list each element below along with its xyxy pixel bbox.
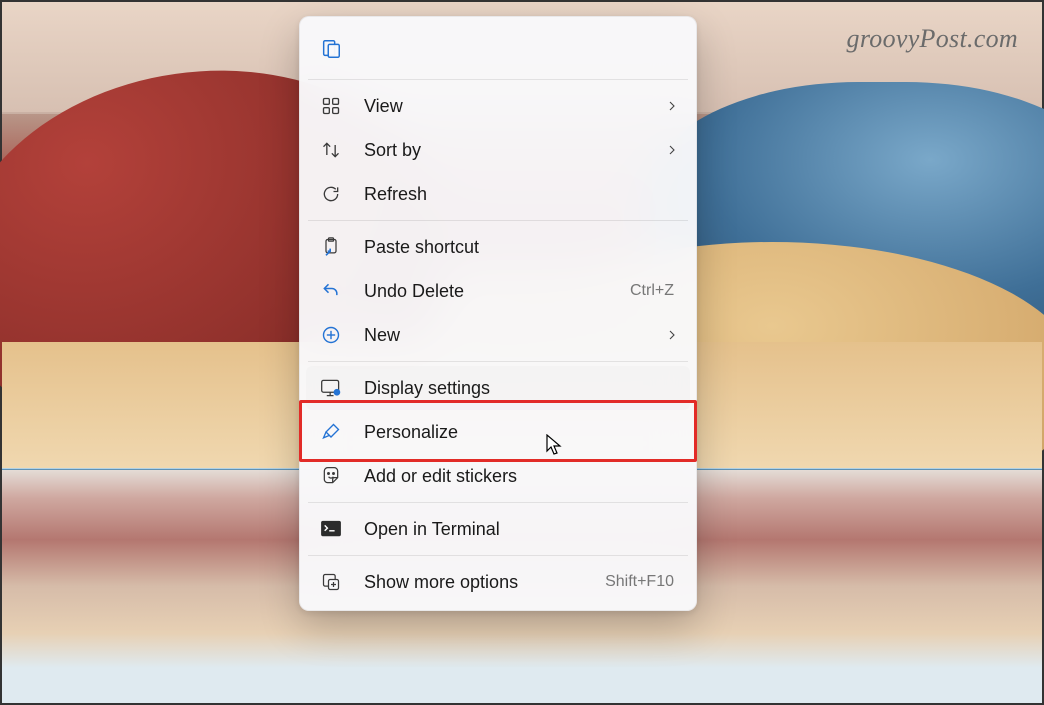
menu-item-sort-by[interactable]: Sort by <box>306 128 690 172</box>
menu-separator <box>308 220 688 221</box>
menu-shortcut: Shift+F10 <box>605 573 674 591</box>
menu-label: Open in Terminal <box>364 519 678 540</box>
paintbrush-icon <box>318 419 344 445</box>
menu-item-show-more-options[interactable]: Show more options Shift+F10 <box>306 560 690 604</box>
chevron-right-icon <box>666 329 678 341</box>
menu-separator <box>308 79 688 80</box>
menu-label: Paste shortcut <box>364 237 678 258</box>
menu-item-view[interactable]: View <box>306 84 690 128</box>
menu-label: Sort by <box>364 140 666 161</box>
menu-label: View <box>364 96 666 117</box>
menu-shortcut: Ctrl+Z <box>630 282 674 300</box>
watermark-text: groovyPost.com <box>847 24 1018 54</box>
desktop-context-menu: View Sort by Refresh <box>299 16 697 611</box>
menu-item-undo-delete[interactable]: Undo Delete Ctrl+Z <box>306 269 690 313</box>
menu-label: Show more options <box>364 572 605 593</box>
menu-label: New <box>364 325 666 346</box>
more-options-icon <box>318 569 344 595</box>
menu-label: Display settings <box>364 378 678 399</box>
clipboard-shortcut-icon <box>318 234 344 260</box>
menu-item-new[interactable]: New <box>306 313 690 357</box>
chevron-right-icon <box>666 100 678 112</box>
menu-label: Refresh <box>364 184 678 205</box>
refresh-icon <box>318 181 344 207</box>
menu-label: Personalize <box>364 422 678 443</box>
terminal-icon <box>318 516 344 542</box>
menu-item-layout-options[interactable] <box>306 23 690 75</box>
menu-item-display-settings[interactable]: Display settings <box>306 366 690 410</box>
display-icon <box>318 375 344 401</box>
menu-item-open-terminal[interactable]: Open in Terminal <box>306 507 690 551</box>
plus-circle-icon <box>318 322 344 348</box>
menu-label: Undo Delete <box>364 281 630 302</box>
desktop-wallpaper[interactable]: groovyPost.com View <box>0 0 1044 705</box>
menu-separator <box>308 502 688 503</box>
menu-separator <box>308 555 688 556</box>
menu-item-paste-shortcut[interactable]: Paste shortcut <box>306 225 690 269</box>
grid-icon <box>318 93 344 119</box>
menu-separator <box>308 361 688 362</box>
menu-label: Add or edit stickers <box>364 466 678 487</box>
chevron-right-icon <box>666 144 678 156</box>
undo-icon <box>318 278 344 304</box>
menu-item-personalize[interactable]: Personalize <box>306 410 690 454</box>
sticker-icon <box>318 463 344 489</box>
layout-icon <box>318 36 344 62</box>
menu-item-refresh[interactable]: Refresh <box>306 172 690 216</box>
sort-icon <box>318 137 344 163</box>
menu-item-stickers[interactable]: Add or edit stickers <box>306 454 690 498</box>
